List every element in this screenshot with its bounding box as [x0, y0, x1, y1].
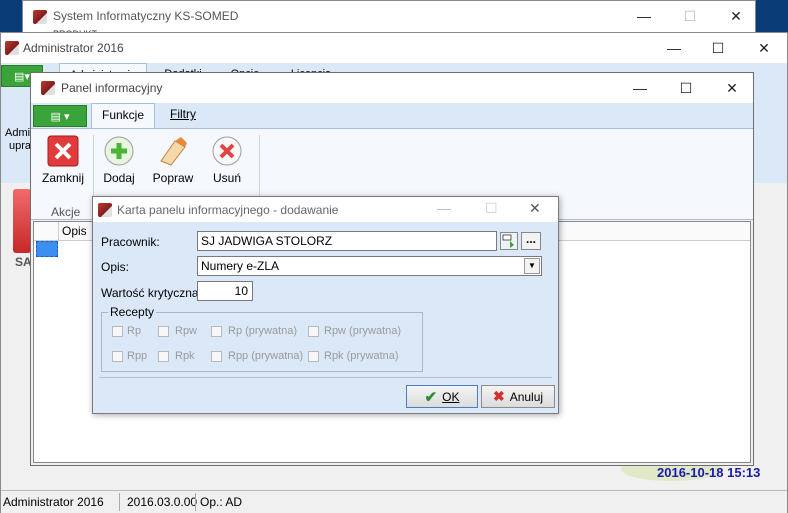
status-version: 2016.03.0.00 — [127, 495, 198, 509]
app-icon — [98, 203, 112, 217]
close-button[interactable]: ✕ — [529, 200, 541, 217]
check-icon: ✔ — [424, 388, 438, 406]
checkbox-rpk-label: Rpk — [175, 350, 195, 362]
status-divider — [119, 493, 120, 511]
checkbox-rpp-private-label: Rpp (prywatna) — [228, 350, 304, 362]
description-label: Opis: — [101, 260, 130, 274]
minimize-button[interactable]: — — [617, 73, 663, 103]
cancel-button[interactable]: ✖ Anuluj — [481, 385, 555, 408]
app-icon — [5, 41, 19, 55]
delete-icon — [212, 136, 242, 166]
checkbox-rpp-private[interactable] — [211, 351, 222, 362]
close-button[interactable]: ✕ — [713, 1, 759, 31]
cancel-label: Anuluj — [509, 389, 544, 404]
description-select[interactable]: Numery e-ZLA ▼ — [197, 256, 542, 276]
app-icon — [41, 81, 55, 95]
close-action-label: Zamknij — [41, 171, 84, 185]
add-button[interactable]: Dodaj — [93, 135, 145, 185]
dialog-window: Karta panelu informacyjnego - dodawanie … — [92, 196, 559, 414]
checkbox-rp-label: Rp — [127, 325, 142, 337]
close-button[interactable]: ✕ — [709, 73, 755, 103]
status-divider — [195, 493, 196, 511]
recepty-legend: Recepty — [108, 305, 157, 319]
description-value: Numery e-ZLA — [201, 259, 280, 273]
checkbox-rp-private[interactable] — [211, 326, 222, 337]
dialog-title: Karta panelu informacyjnego - dodawanie — [117, 203, 339, 217]
grid-corner — [34, 222, 59, 240]
critical-value-label: Wartość krytyczna: — [101, 286, 202, 300]
edit-button[interactable]: Popraw — [147, 135, 199, 185]
tab-filtry[interactable]: Filtry — [161, 103, 205, 125]
status-bar: Administrator 2016 2016.03.0.00 Op.: AD — [1, 490, 787, 513]
tab-funkcje[interactable]: Funkcje — [91, 103, 155, 129]
status-operator: Op.: AD — [200, 495, 243, 509]
panel-menu-button[interactable]: ▤ ▾ — [33, 105, 87, 127]
close-button[interactable]: ✕ — [741, 33, 787, 63]
checkbox-rpp-label: Rpp — [127, 350, 148, 362]
critical-value-field[interactable]: 10 — [197, 281, 253, 301]
x-red-icon: ✖ — [492, 388, 505, 404]
select-arrow-icon — [502, 234, 514, 248]
app-icon — [33, 10, 47, 24]
checkbox-rpw-private[interactable] — [308, 326, 319, 337]
maximize-button[interactable]: ☐ — [485, 200, 498, 217]
checkbox-rpk-private[interactable] — [308, 351, 319, 362]
panel-window-title: Panel informacyjny — [61, 81, 163, 95]
checkbox-rpw[interactable] — [158, 326, 169, 337]
checkbox-rpw-label: Rpw — [175, 325, 198, 337]
close-action-button[interactable]: Zamknij — [37, 135, 89, 185]
delete-button-label: Usuń — [212, 171, 241, 185]
checkbox-rpp[interactable] — [112, 351, 123, 362]
maximize-button[interactable]: ☐ — [663, 73, 709, 103]
critical-value: 10 — [234, 284, 248, 298]
employee-value: SJ JADWIGA STOLORZ — [201, 234, 333, 248]
background-window-title: System Informatyczny KS-SOMED — [53, 9, 239, 23]
status-user: Administrator 2016 — [3, 495, 104, 509]
plus-icon — [104, 136, 134, 166]
panel-titlebar: Panel informacyjny — ☐ ✕ — [31, 73, 753, 103]
checkbox-rpk-private-label: Rpk (prywatna) — [324, 350, 399, 362]
employee-search-button[interactable] — [500, 232, 518, 250]
dialog-titlebar: Karta panelu informacyjnego - dodawanie … — [93, 197, 558, 222]
checkbox-rp[interactable] — [112, 326, 123, 337]
maximize-button[interactable]: ☐ — [667, 1, 713, 31]
group-label: Akcje — [51, 205, 81, 219]
edit-button-label: Popraw — [152, 171, 194, 185]
ok-button[interactable]: ✔ OK — [406, 385, 478, 408]
close-red-icon — [47, 135, 79, 167]
delete-button[interactable]: Usuń — [201, 135, 253, 185]
employee-label: Pracownik: — [101, 235, 160, 249]
employee-field[interactable]: SJ JADWIGA STOLORZ — [197, 231, 497, 251]
pencil-icon — [160, 137, 187, 166]
checkbox-rpw-private-label: Rpw (prywatna) — [324, 325, 402, 337]
minimize-button[interactable]: — — [621, 1, 667, 31]
checkbox-rp-private-label: Rp (prywatna) — [228, 325, 298, 337]
employee-more-button[interactable]: ... — [521, 232, 541, 250]
tab-filtry-label: Filtry — [170, 107, 196, 121]
main-window-title: Administrator 2016 — [23, 41, 124, 55]
recepty-group: Recepty Rp Rpw Rp (prywatna) Rpw (prywat… — [101, 305, 423, 372]
chevron-down-icon[interactable]: ▼ — [524, 258, 540, 274]
grid-selected-cell[interactable] — [36, 241, 58, 257]
main-titlebar: Administrator 2016 — ☐ ✕ — [1, 33, 787, 63]
grid-column-header[interactable]: Opis — [62, 224, 87, 238]
ok-label: OK — [442, 389, 460, 404]
left-decor — [13, 189, 31, 253]
dialog-separator — [99, 377, 552, 378]
minimize-button[interactable]: — — [437, 200, 451, 216]
minimize-button[interactable]: — — [651, 33, 697, 63]
maximize-button[interactable]: ☐ — [695, 33, 741, 63]
checkbox-rpk[interactable] — [158, 351, 169, 362]
clock: 2016-10-18 15:13 — [657, 465, 761, 480]
add-button-label: Dodaj — [103, 171, 135, 185]
